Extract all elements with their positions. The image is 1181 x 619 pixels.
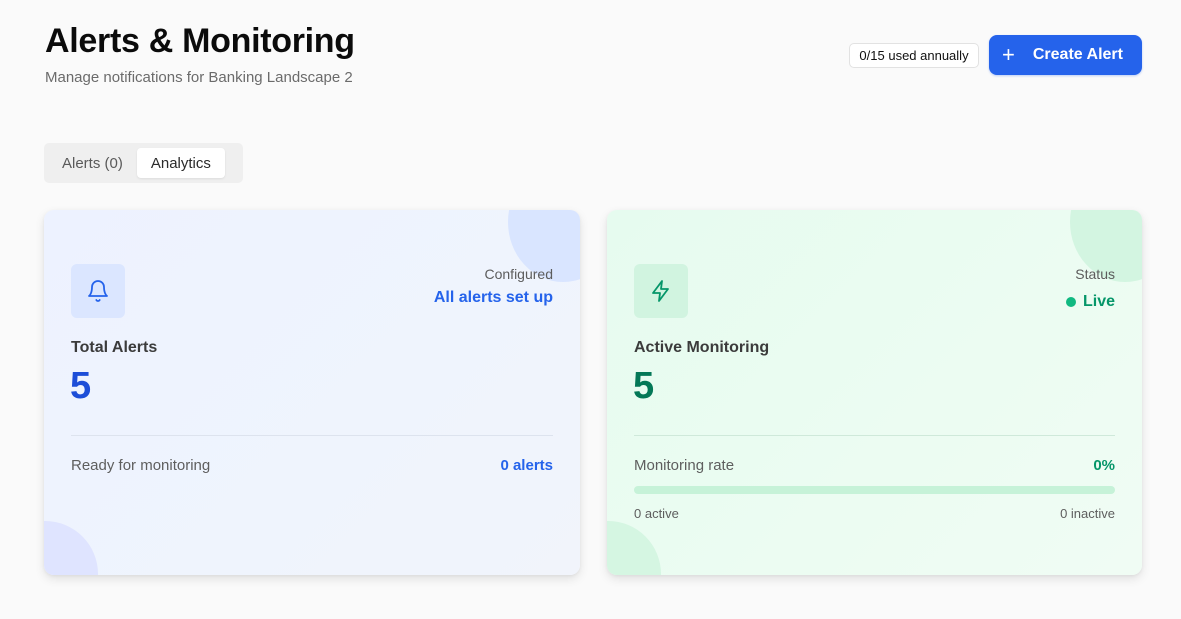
tab-bar: Alerts (0) Analytics <box>44 143 243 183</box>
monitoring-progress-bar <box>634 486 1115 494</box>
active-monitoring-value: 5 <box>633 365 655 407</box>
card-divider <box>71 435 553 436</box>
status-label: Status <box>1075 266 1115 282</box>
page-title: Alerts & Monitoring <box>45 22 355 60</box>
total-alerts-label: Total Alerts <box>71 339 158 356</box>
total-alerts-card: Configured All alerts set up Total Alert… <box>44 210 580 575</box>
ready-label: Ready for monitoring <box>71 457 211 474</box>
monitoring-rate-label: Monitoring rate <box>634 457 735 474</box>
live-dot-icon <box>1065 297 1076 307</box>
configured-label: Configured <box>484 266 554 282</box>
usage-badge: 0/15 used annually <box>849 43 979 68</box>
bell-icon <box>71 264 125 318</box>
create-alert-label: Create Alert <box>1032 46 1123 63</box>
alerts-page: Alerts & Monitoring Manage notifications… <box>0 0 1181 619</box>
alerts-count: 0 alerts <box>500 457 553 474</box>
card-divider <box>634 435 1115 436</box>
lightning-icon <box>634 264 688 318</box>
active-count: 0 active <box>634 506 679 521</box>
decorative-blob <box>607 521 661 575</box>
total-alerts-value: 5 <box>70 365 92 407</box>
plus-icon: + <box>1002 42 1015 67</box>
tab-alerts[interactable]: Alerts (0) <box>48 148 137 178</box>
status-value: Live <box>1082 293 1115 310</box>
tab-analytics[interactable]: Analytics <box>136 148 225 178</box>
decorative-blob <box>44 521 98 575</box>
page-subtitle: Manage notifications for Banking Landsca… <box>45 69 353 86</box>
monitoring-rate-value: 0% <box>1093 457 1115 474</box>
inactive-count: 0 inactive <box>1060 506 1115 521</box>
status-badge: Live <box>1065 293 1115 311</box>
active-monitoring-card: Status Live Active Monitoring 5 Monitori… <box>607 210 1142 575</box>
configured-value: All alerts set up <box>433 289 553 306</box>
active-monitoring-label: Active Monitoring <box>634 339 770 356</box>
create-alert-button[interactable]: + Create Alert <box>989 35 1142 75</box>
